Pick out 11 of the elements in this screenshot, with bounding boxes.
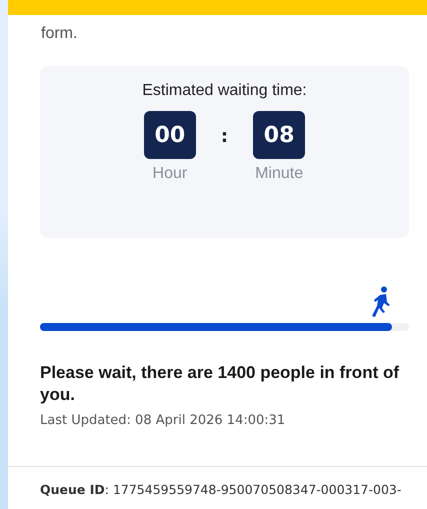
runner-icon	[371, 286, 391, 318]
time-unit-label: Hour	[152, 165, 188, 183]
intro-text: form.	[41, 24, 78, 44]
time-value: 08	[253, 111, 306, 159]
queue-id-text: Queue ID: 1775459559748-950070508347-000317-003-	[8, 466, 427, 497]
time-separator: :	[220, 126, 228, 147]
time-unit-label: Minute	[255, 165, 304, 183]
waiting-title: Estimated waiting time:	[142, 82, 307, 100]
last-updated-text: Last Updated: 08 April 2026 14:00:31	[40, 413, 286, 428]
time-value: 00	[144, 111, 196, 159]
queue-message: Please wait, there are 1400 people in front of you.	[40, 362, 400, 406]
